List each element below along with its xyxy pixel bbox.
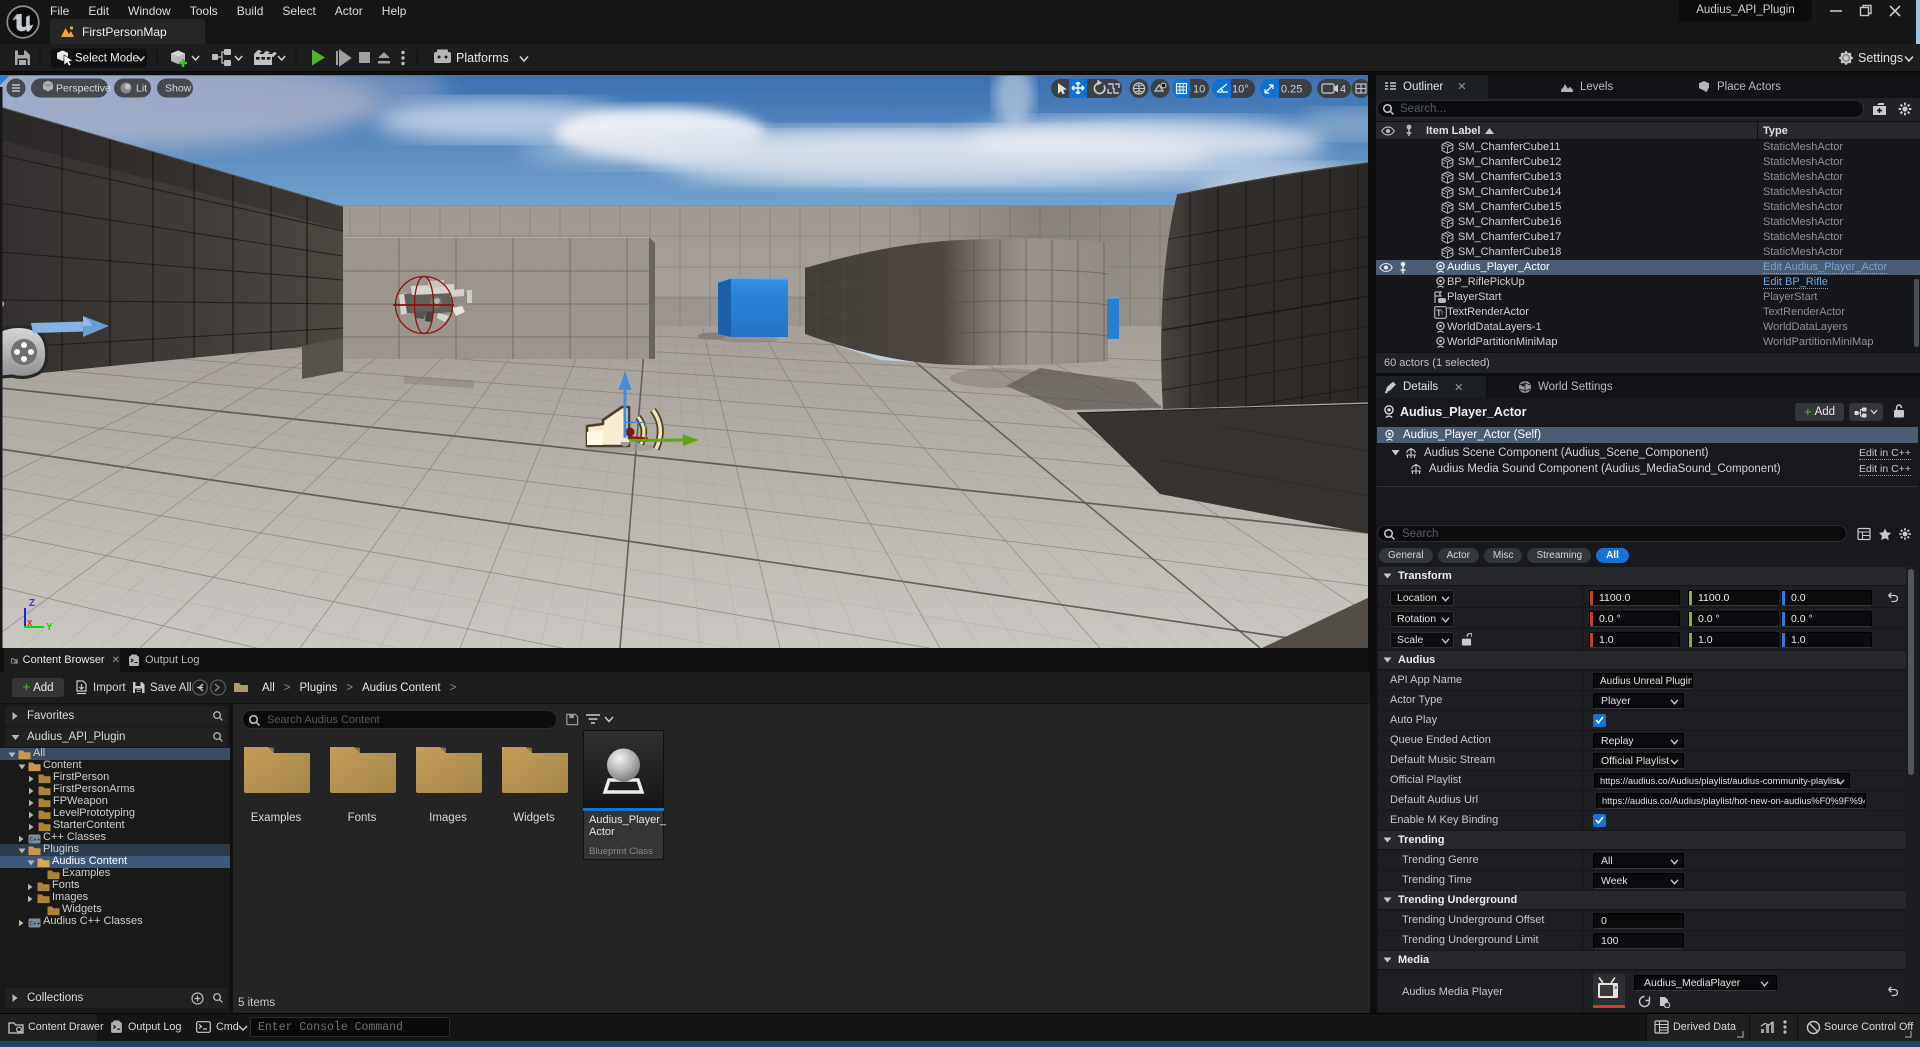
svg-text:10: 10	[1193, 84, 1205, 96]
svg-text:X: X	[27, 619, 33, 628]
svg-text:Perspective: Perspective	[56, 83, 111, 95]
svg-text:Y: Y	[46, 622, 53, 633]
svg-text:C++: C++	[30, 920, 41, 927]
svg-text:t: t	[1441, 310, 1443, 317]
svg-text:Show: Show	[165, 83, 192, 95]
svg-text:Select Mode: Select Mode	[75, 53, 139, 65]
svg-text:0.25: 0.25	[1281, 84, 1302, 96]
svg-text:Z: Z	[29, 598, 35, 609]
svg-text:4: 4	[1340, 84, 1346, 96]
svg-text:10°: 10°	[1232, 84, 1249, 96]
svg-text:Lit: Lit	[136, 83, 147, 95]
svg-text:C++: C++	[30, 836, 41, 843]
